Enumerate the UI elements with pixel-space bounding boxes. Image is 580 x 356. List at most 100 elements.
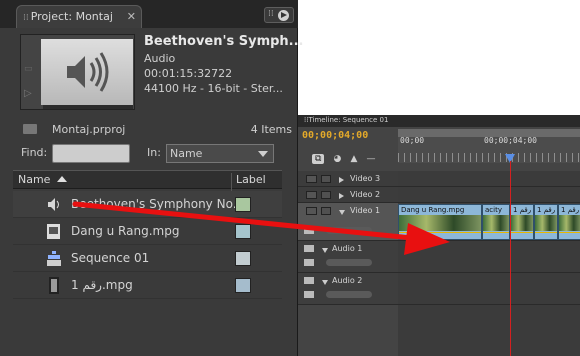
bin-item-name: Sequence 01 — [71, 251, 150, 265]
timeline-clip[interactable]: رقم 1 — [534, 204, 558, 240]
eye-icon[interactable] — [306, 191, 317, 199]
clip-thumbnails — [511, 215, 533, 231]
opacity-line[interactable] — [399, 232, 481, 233]
label-color-swatch[interactable] — [235, 224, 251, 239]
preview-area — [41, 39, 133, 105]
label-color-swatch[interactable] — [235, 197, 251, 212]
keyframe-navigator[interactable] — [326, 259, 372, 266]
set-encore-marker-icon[interactable]: ▲ — [350, 154, 357, 164]
find-input[interactable] — [52, 144, 130, 163]
project-tab[interactable]: ⁞⁞ Project: Montaj ✕ — [16, 5, 142, 28]
lock-icon[interactable] — [321, 191, 331, 199]
in-select[interactable]: Name — [166, 144, 274, 163]
opacity-line[interactable] — [483, 232, 509, 233]
clip-label: رقم 1 — [513, 206, 532, 214]
bin-item-name: 1 رقم.mpg — [71, 278, 133, 292]
keyframe-navigator[interactable] — [326, 227, 372, 234]
snap-icon[interactable]: ⧉ — [312, 154, 325, 164]
keyframe-icon[interactable]: — — [367, 154, 376, 164]
preview-scrubber[interactable] — [43, 105, 133, 109]
sequence-icon — [46, 250, 62, 267]
ruler-label: 00;00;04;00 — [484, 136, 537, 145]
track-name: Audio 2 — [332, 276, 363, 285]
waveform-icon[interactable] — [304, 259, 314, 266]
bin-item[interactable]: Beethoven's Symphony No. — [13, 191, 282, 218]
track-header-audio-2[interactable]: Audio 2 — [298, 273, 398, 305]
track-name: Video 1 — [350, 206, 381, 215]
eye-icon[interactable] — [306, 175, 317, 183]
speaker-icon[interactable] — [304, 245, 314, 252]
timeline-tab[interactable]: ⁞⁞Timeline: Sequence 01 — [304, 116, 388, 124]
playhead-line — [510, 161, 511, 356]
expand-icon[interactable] — [339, 177, 344, 183]
track-header-video-1[interactable]: Video 1 — [298, 203, 398, 241]
keyframe-navigator[interactable] — [326, 291, 372, 298]
in-select-value: Name — [170, 147, 203, 160]
display-style-icon[interactable] — [304, 227, 314, 234]
eye-icon[interactable] — [306, 207, 317, 215]
column-header-name[interactable]: Name — [18, 173, 50, 186]
label-color-swatch[interactable] — [235, 251, 251, 266]
play-preview-icon[interactable]: ▷ — [24, 88, 32, 99]
in-label: In: — [147, 146, 161, 159]
expand-icon[interactable] — [339, 193, 344, 199]
bin-item[interactable]: Sequence 01 — [13, 245, 282, 272]
track-name: Audio 1 — [332, 244, 363, 253]
lock-icon[interactable] — [321, 207, 331, 215]
bin-item-name: Beethoven's Symphony No. — [71, 197, 237, 211]
track-header-audio-1[interactable]: Audio 1 — [298, 241, 398, 273]
opacity-line[interactable] — [535, 232, 557, 233]
clip-label: acity — [485, 206, 502, 214]
timeline-clip[interactable]: رقم 1 — [510, 204, 534, 240]
ruler-ticks — [398, 153, 580, 162]
chevron-down-icon — [258, 151, 268, 157]
label-color-swatch[interactable] — [235, 278, 251, 293]
film-strip-icon — [46, 277, 62, 294]
lock-icon[interactable] — [321, 175, 331, 183]
find-label: Find: — [21, 146, 48, 159]
close-icon[interactable]: ✕ — [127, 6, 136, 27]
track-lane-video-1[interactable]: Dang u Rang.mpg acity رقم 1 رقم 1 رقم 1 — [398, 203, 580, 241]
bin-item-name: Dang u Rang.mpg — [71, 224, 180, 238]
poster-frame-icon[interactable]: ▭ — [24, 64, 38, 74]
ruler-label: 00;00 — [400, 136, 425, 145]
track-name: Video 2 — [350, 190, 381, 199]
panel-menu-button[interactable]: ⁞⁞ — [264, 7, 294, 23]
time-ruler[interactable]: 00;00 00;00;04;00 — [398, 129, 580, 163]
sort-ascending-icon[interactable] — [57, 176, 67, 182]
collapse-icon[interactable] — [322, 280, 328, 285]
track-lane-audio-2[interactable] — [398, 273, 580, 305]
clip-type: Audio — [144, 52, 176, 65]
waveform-icon[interactable] — [304, 291, 314, 298]
track-lanes: Dang u Rang.mpg acity رقم 1 رقم 1 رقم 1 — [398, 171, 580, 356]
timeline-tools: ⧉ ◕ ▲ — — [312, 146, 392, 164]
collapse-icon[interactable] — [322, 248, 328, 253]
timeline-clip[interactable]: رقم 1 — [558, 204, 580, 240]
collapse-icon[interactable] — [339, 210, 345, 215]
track-header-video-3[interactable]: Video 3 — [298, 171, 398, 187]
screenshot-stage: ⁞⁞ Project: Montaj ✕ ⁞⁞ ▭ ▷ Beethoven's … — [0, 0, 580, 356]
track-lane-video-2[interactable] — [398, 187, 580, 203]
column-header-label[interactable]: Label — [231, 173, 266, 191]
track-lane-audio-1[interactable] — [398, 241, 580, 273]
timeline-timecode[interactable]: 00;00;04;00 — [302, 130, 368, 141]
audio-speaker-icon — [67, 52, 109, 92]
track-header-video-2[interactable]: Video 2 — [298, 187, 398, 203]
project-file-name: Montaj.prproj — [52, 123, 126, 136]
bin-item[interactable]: Dang u Rang.mpg — [13, 218, 282, 245]
clip-thumbnails — [559, 215, 580, 231]
opacity-line[interactable] — [559, 232, 580, 233]
timeline-clip[interactable]: Dang u Rang.mpg — [398, 204, 482, 240]
project-panel: ⁞⁞ Project: Montaj ✕ ⁞⁞ ▭ ▷ Beethoven's … — [0, 0, 304, 356]
bin-item[interactable]: 1 رقم.mpg — [13, 272, 282, 299]
project-tab-bar: ⁞⁞ Project: Montaj ✕ ⁞⁞ — [0, 0, 298, 28]
speaker-icon[interactable] — [304, 277, 314, 284]
opacity-line[interactable] — [511, 232, 533, 233]
track-lane-video-3[interactable] — [398, 171, 580, 187]
play-triangle-icon — [281, 12, 287, 18]
item-count: 4 Items — [250, 123, 292, 136]
folder-icon — [23, 124, 37, 134]
find-row: Find: In: Name — [0, 142, 298, 166]
timeline-clip[interactable]: acity — [482, 204, 510, 240]
marker-icon[interactable]: ◕ — [334, 154, 342, 164]
